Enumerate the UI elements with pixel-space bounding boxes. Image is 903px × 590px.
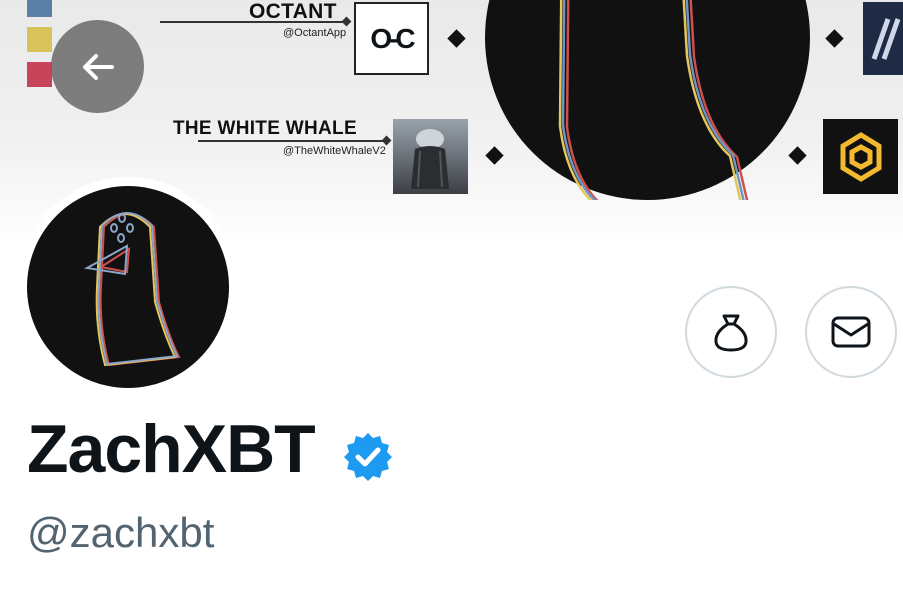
back-button[interactable]: [51, 20, 144, 113]
banner-penguin-circle: [485, 0, 810, 229]
money-bag-icon: [714, 314, 748, 352]
swatch-red: [27, 62, 52, 87]
penguin-outline-icon: [558, 0, 753, 229]
diamond-separator: [447, 29, 466, 48]
sponsor-rule: [160, 21, 346, 23]
whitewhale-image: [393, 119, 468, 194]
envelope-icon: [831, 316, 871, 348]
whitewhale-figure-icon: [411, 129, 449, 189]
verified-check-icon: [344, 433, 392, 481]
diamond-separator: [825, 29, 844, 48]
swatch-yellow: [27, 27, 52, 52]
sponsor-handle-whitewhale: @TheWhiteWhaleV2: [283, 145, 386, 157]
message-button[interactable]: [805, 286, 897, 378]
arrow-left-icon: [82, 53, 114, 80]
tip-button[interactable]: [685, 286, 777, 378]
bnb-icon: [840, 131, 881, 182]
arbitrum-logo: [863, 2, 903, 75]
profile-display-name: ZachXBT: [27, 411, 316, 487]
arbitrum-icon: [871, 17, 900, 60]
octant-logo: O-C: [354, 2, 429, 75]
sponsor-rule: [198, 140, 386, 142]
verified-badge: [342, 430, 394, 482]
swatch-blue: [27, 0, 52, 17]
avatar[interactable]: [27, 186, 229, 388]
profile-handle: @zachxbt: [27, 509, 215, 556]
bnb-logo: [823, 119, 898, 194]
sponsor-handle-octant: @OctantApp: [283, 27, 347, 39]
sponsor-name-whitewhale: THE WHITE WHALE: [173, 118, 357, 139]
penguin-avatar-icon: [83, 212, 181, 367]
